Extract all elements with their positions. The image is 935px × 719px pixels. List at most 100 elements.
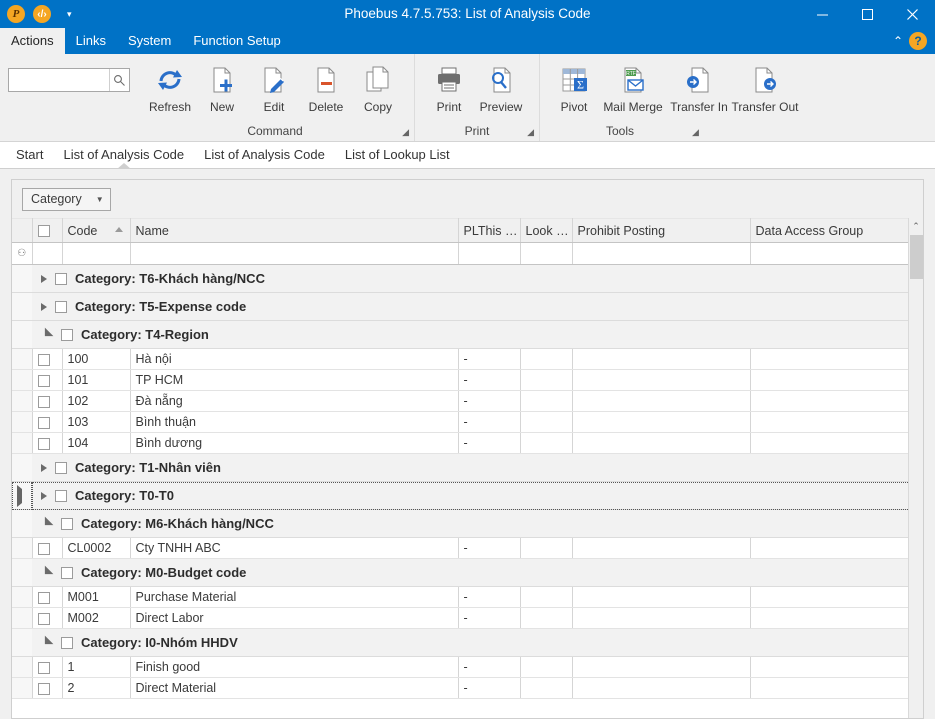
scrollbar-thumb[interactable]	[909, 235, 923, 279]
cell-prohibit-posting[interactable]	[572, 390, 751, 412]
group-row-cell[interactable]: Category: T4-Region	[32, 320, 908, 349]
grid-filter-row[interactable]: ⚇	[12, 242, 908, 265]
group-row[interactable]: Category: I0-Nhóm HHDV	[12, 628, 908, 657]
ribbon-tab-function-setup[interactable]: Function Setup	[182, 28, 291, 54]
group-row[interactable]: Category: M0-Budget code	[12, 558, 908, 587]
search-box[interactable]	[8, 68, 130, 92]
preview-button[interactable]: Preview	[475, 60, 527, 114]
collapse-group-icon[interactable]	[40, 635, 54, 648]
cell-prohibit-posting[interactable]	[572, 411, 751, 433]
pivot-button[interactable]: Σ Pivot	[548, 60, 600, 114]
tools-dialog-launcher-icon[interactable]: ◢	[692, 128, 699, 137]
row-select-cell[interactable]	[32, 586, 63, 608]
cell-name[interactable]: Finish good	[130, 656, 459, 678]
cell-code[interactable]: 2	[62, 677, 131, 699]
cell-code[interactable]: 103	[62, 411, 131, 433]
expand-group-icon[interactable]	[41, 302, 47, 311]
search-icon[interactable]	[109, 69, 129, 91]
cell-look[interactable]	[520, 390, 573, 412]
customize-quick-access-caret-icon[interactable]: ▾	[59, 9, 72, 20]
group-select-checkbox[interactable]	[55, 461, 67, 474]
cell-prohibit-posting[interactable]	[572, 537, 751, 559]
group-row-cell[interactable]: Category: M6-Khách hàng/NCC	[32, 509, 908, 538]
command-dialog-launcher-icon[interactable]: ◢	[402, 128, 409, 137]
cell-data-access-group[interactable]	[750, 537, 908, 559]
cell-code[interactable]: 101	[62, 369, 131, 391]
cell-data-access-group[interactable]	[750, 607, 908, 629]
cell-name[interactable]: Cty TNHH ABC	[130, 537, 459, 559]
table-row[interactable]: 101 TP HCM -	[12, 369, 908, 391]
filter-cell-plthis[interactable]	[458, 242, 521, 265]
cell-code[interactable]: 100	[62, 348, 131, 370]
row-select-cell[interactable]	[32, 411, 63, 433]
phoebus-logo-icon[interactable]: P	[7, 5, 25, 23]
cell-prohibit-posting[interactable]	[572, 607, 751, 629]
group-by-category-dropdown[interactable]: Category ▼	[22, 187, 111, 211]
cell-plthis[interactable]: -	[458, 586, 521, 608]
cell-data-access-group[interactable]	[750, 432, 908, 454]
cell-code[interactable]: 1	[62, 656, 131, 678]
group-row[interactable]: Category: M6-Khách hàng/NCC	[12, 509, 908, 538]
table-row[interactable]: 2 Direct Material -	[12, 677, 908, 699]
collapse-group-icon[interactable]	[40, 565, 54, 578]
filter-cell-look[interactable]	[520, 242, 573, 265]
cell-look[interactable]	[520, 348, 573, 370]
column-header-data-access-group[interactable]: Data Access Group	[750, 218, 908, 243]
edit-button[interactable]: Edit	[248, 60, 300, 114]
group-row[interactable]: Category: T5-Expense code	[12, 292, 908, 321]
group-row-cell[interactable]: Category: T6-Khách hàng/NCC	[32, 264, 908, 293]
collapse-group-icon[interactable]	[40, 516, 54, 529]
row-select-cell[interactable]	[32, 677, 63, 699]
column-header-look[interactable]: Look …	[520, 218, 573, 243]
row-select-cell[interactable]	[32, 656, 63, 678]
group-row-cell[interactable]: Category: I0-Nhóm HHDV	[32, 628, 908, 657]
cell-name[interactable]: Direct Material	[130, 677, 459, 699]
row-select-cell[interactable]	[32, 369, 63, 391]
table-row[interactable]: 100 Hà nội -	[12, 348, 908, 370]
column-header-code[interactable]: Code	[62, 218, 131, 243]
row-select-checkbox[interactable]	[37, 661, 50, 674]
collapse-ribbon-chevron-icon[interactable]: ⌃	[893, 34, 903, 48]
cell-code[interactable]: 104	[62, 432, 131, 454]
cell-data-access-group[interactable]	[750, 677, 908, 699]
cell-name[interactable]: Hà nội	[130, 348, 459, 370]
cell-data-access-group[interactable]	[750, 586, 908, 608]
transfer-in-button[interactable]: Transfer In	[666, 60, 732, 114]
doctab-list-of-lookup-list[interactable]: List of Lookup List	[335, 142, 460, 168]
cell-look[interactable]	[520, 411, 573, 433]
cell-plthis[interactable]: -	[458, 537, 521, 559]
row-select-checkbox[interactable]	[37, 612, 50, 625]
table-row[interactable]: CL0002 Cty TNHH ABC -	[12, 537, 908, 559]
expand-group-icon[interactable]	[41, 274, 47, 283]
cell-plthis[interactable]: -	[458, 677, 521, 699]
collapse-group-icon[interactable]	[40, 327, 54, 340]
cell-data-access-group[interactable]	[750, 656, 908, 678]
column-header-select-all[interactable]	[32, 218, 63, 243]
cell-plthis[interactable]: -	[458, 390, 521, 412]
cell-code[interactable]: M002	[62, 607, 131, 629]
analysis-code-grid[interactable]: Code Name PLThis … Look … Prohibit Posti…	[12, 218, 908, 718]
group-select-checkbox[interactable]	[61, 517, 73, 530]
cell-look[interactable]	[520, 369, 573, 391]
cell-prohibit-posting[interactable]	[572, 348, 751, 370]
cell-plthis[interactable]: -	[458, 369, 521, 391]
filter-cell-check[interactable]	[32, 242, 63, 265]
cell-name[interactable]: Direct Labor	[130, 607, 459, 629]
cell-name[interactable]: Purchase Material	[130, 586, 459, 608]
filter-icon[interactable]: ⚇	[17, 244, 27, 264]
filter-cell-code[interactable]	[62, 242, 131, 265]
group-row-cell[interactable]: Category: T0-T0	[32, 481, 908, 510]
table-row[interactable]: 102 Đà nẵng -	[12, 390, 908, 412]
table-row[interactable]: M002 Direct Labor -	[12, 607, 908, 629]
group-row-cell[interactable]: Category: M0-Budget code	[32, 558, 908, 587]
cell-plthis[interactable]: -	[458, 607, 521, 629]
cell-plthis[interactable]: -	[458, 348, 521, 370]
group-select-checkbox[interactable]	[61, 636, 73, 649]
cell-code[interactable]: 102	[62, 390, 131, 412]
cell-plthis[interactable]: -	[458, 656, 521, 678]
row-select-cell[interactable]	[32, 348, 63, 370]
cell-data-access-group[interactable]	[750, 369, 908, 391]
group-row[interactable]: Category: T0-T0	[12, 481, 908, 510]
filter-cell-dag[interactable]	[750, 242, 908, 265]
group-row-cell[interactable]: Category: T5-Expense code	[32, 292, 908, 321]
